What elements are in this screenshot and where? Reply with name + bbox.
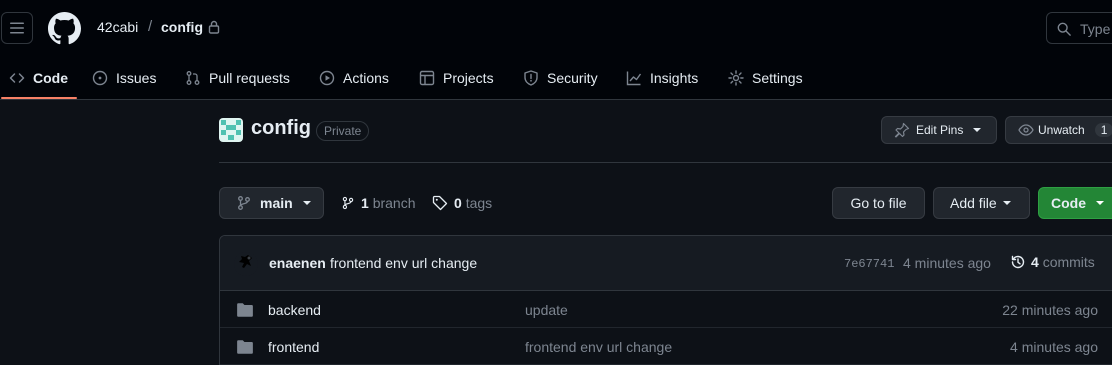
- add-file-button[interactable]: Add file: [933, 187, 1030, 219]
- app-header: 42cabi / config Type Code Issues Pull re…: [0, 0, 1112, 100]
- tab-insights-label: Insights: [650, 70, 699, 86]
- active-tab-indicator: [1, 97, 77, 99]
- avatar[interactable]: [234, 252, 258, 276]
- eye-icon: [1018, 124, 1034, 136]
- tags-link[interactable]: 0 tags: [432, 195, 492, 211]
- branches-link[interactable]: 1 branch: [341, 195, 416, 211]
- hamburger-icon: [10, 22, 24, 34]
- tab-pull-requests[interactable]: Pull requests: [185, 56, 290, 100]
- chevron-down-icon: [973, 128, 982, 132]
- repo-avatar: [219, 118, 243, 142]
- file-browser: enaenen frontend env url change 7e67741 …: [219, 235, 1112, 365]
- watch-label: Unwatch: [1038, 123, 1085, 137]
- table-row[interactable]: backend update 22 minutes ago: [220, 291, 1112, 328]
- tab-actions-label: Actions: [343, 70, 389, 86]
- add-file-label: Add file: [950, 195, 997, 211]
- pull-request-icon: [186, 71, 200, 85]
- history-icon: [1011, 255, 1025, 269]
- tab-code[interactable]: Code: [9, 56, 68, 100]
- repo-nav-tabs: Code Issues Pull requests Actions Projec…: [0, 56, 1112, 100]
- tab-projects[interactable]: Projects: [419, 56, 494, 100]
- tab-security[interactable]: Security: [523, 56, 598, 100]
- branch-icon: [238, 196, 250, 210]
- repo-title[interactable]: config: [251, 117, 311, 140]
- chevron-down-icon: [302, 201, 311, 205]
- file-commit-time: 4 minutes ago: [1010, 339, 1098, 355]
- branch-name: main: [260, 195, 293, 211]
- branch-icon: [342, 196, 354, 210]
- breadcrumb-owner[interactable]: 42cabi: [97, 19, 138, 35]
- file-name[interactable]: frontend: [268, 339, 319, 355]
- commit-count: 4: [1031, 254, 1039, 270]
- tag-count: 0: [454, 195, 462, 211]
- go-to-file-button[interactable]: Go to file: [832, 187, 925, 219]
- commit-message[interactable]: frontend env url change: [330, 255, 477, 271]
- play-icon: [319, 70, 335, 86]
- github-logo-icon[interactable]: [48, 12, 81, 45]
- code-button-label: Code: [1051, 195, 1086, 211]
- tab-security-label: Security: [547, 70, 598, 86]
- watch-count: 1: [1094, 123, 1112, 137]
- branch-count: 1: [361, 195, 369, 211]
- tab-pull-requests-label: Pull requests: [209, 70, 290, 86]
- tab-insights[interactable]: Insights: [626, 56, 698, 100]
- commit-time: 4 minutes ago: [903, 255, 991, 271]
- file-name[interactable]: backend: [268, 302, 321, 318]
- chevron-down-icon: [1096, 201, 1104, 205]
- code-icon: [9, 73, 25, 83]
- tab-settings-label: Settings: [752, 70, 803, 86]
- folder-icon: [237, 340, 253, 354]
- file-commit-message[interactable]: frontend env url change: [525, 339, 672, 355]
- branch-count-label: branch: [372, 195, 416, 211]
- tag-count-label: tags: [465, 195, 493, 211]
- commit-sha[interactable]: 7e67741: [844, 257, 894, 271]
- edit-pins-label: Edit Pins: [916, 123, 964, 137]
- graph-icon: [626, 71, 642, 86]
- shield-icon: [524, 70, 538, 86]
- code-button[interactable]: Code: [1038, 187, 1112, 219]
- search-icon: [1057, 22, 1071, 36]
- commit-count-label: commits: [1042, 254, 1095, 270]
- tab-settings[interactable]: Settings: [728, 56, 803, 100]
- file-commit-message[interactable]: update: [525, 302, 568, 318]
- tab-projects-label: Projects: [443, 70, 494, 86]
- commit-author[interactable]: enaenen: [269, 255, 326, 271]
- branch-selector[interactable]: main: [219, 187, 324, 219]
- file-commit-time: 22 minutes ago: [1002, 302, 1098, 318]
- search-input[interactable]: Type: [1046, 12, 1112, 44]
- tab-actions[interactable]: Actions: [319, 56, 389, 100]
- edit-pins-button[interactable]: Edit Pins: [881, 116, 997, 144]
- table-icon: [419, 70, 435, 86]
- tab-code-label: Code: [33, 70, 68, 86]
- chevron-down-icon: [1002, 201, 1011, 205]
- tab-issues[interactable]: Issues: [92, 56, 156, 100]
- issue-icon: [92, 70, 108, 86]
- commits-link[interactable]: 4 commits: [1010, 254, 1095, 270]
- divider: [219, 162, 1112, 163]
- visibility-badge: Private: [316, 121, 370, 141]
- watch-button[interactable]: Unwatch 1: [1005, 116, 1112, 144]
- lock-icon: [208, 20, 220, 34]
- folder-icon: [237, 303, 253, 317]
- table-row[interactable]: frontend frontend env url change 4 minut…: [220, 328, 1112, 365]
- breadcrumb-separator: /: [148, 18, 153, 35]
- pin-icon: [894, 122, 910, 138]
- gear-icon: [728, 70, 744, 86]
- breadcrumb-repo[interactable]: config: [161, 19, 203, 35]
- tab-issues-label: Issues: [116, 70, 157, 86]
- latest-commit-bar: enaenen frontend env url change 7e67741 …: [220, 236, 1112, 291]
- search-placeholder: Type: [1080, 21, 1111, 37]
- go-to-file-label: Go to file: [850, 195, 907, 211]
- menu-button[interactable]: [1, 12, 33, 44]
- tag-icon: [432, 195, 448, 211]
